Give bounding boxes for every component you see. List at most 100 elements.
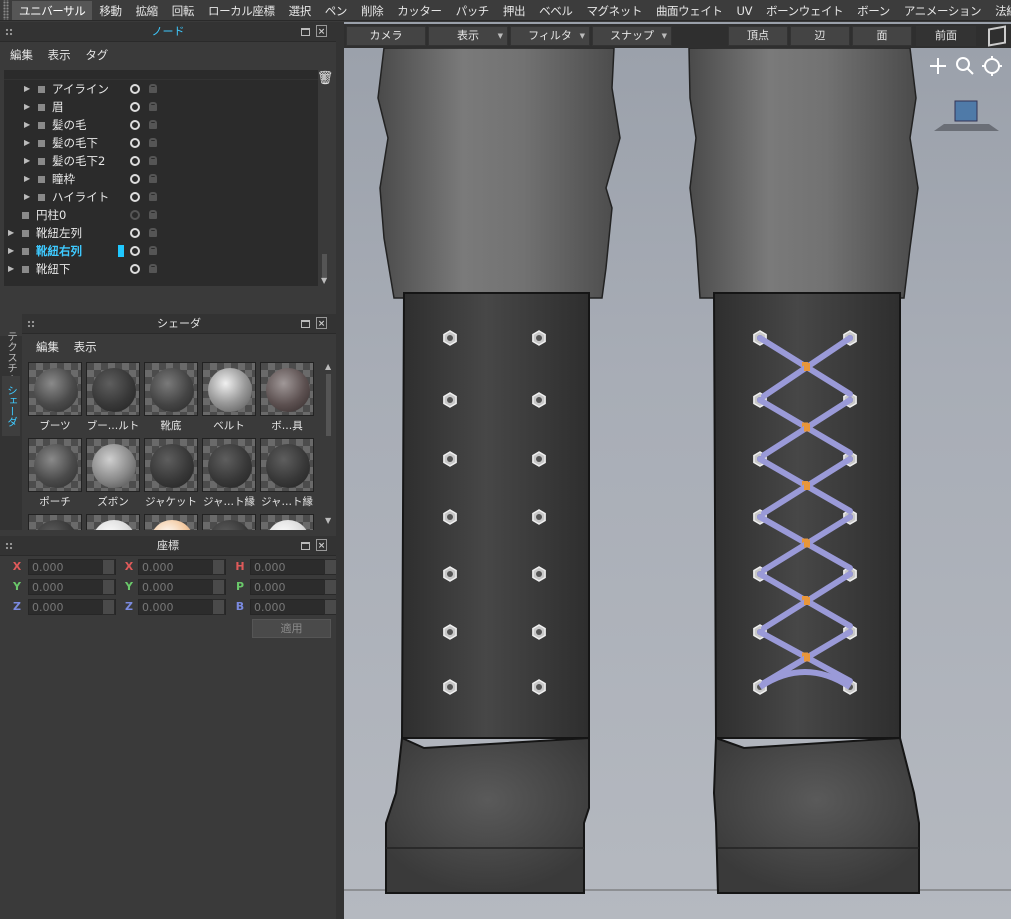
tree-row[interactable]: ▶ 髪の毛下2 — [4, 152, 318, 170]
spinner[interactable] — [102, 559, 115, 575]
material-swatch[interactable]: ブーツ — [28, 362, 82, 436]
menu-edit[interactable]: 編集 — [36, 339, 59, 355]
filter-dropdown[interactable]: フィルタ ▼ — [510, 26, 590, 46]
visibility-eye-icon[interactable] — [130, 120, 140, 130]
tree-row[interactable]: ▶ 靴紐左列 — [4, 224, 318, 242]
menu-item-4[interactable]: ローカル座標 — [201, 1, 282, 20]
tree-row[interactable]: ▶ 眉 — [4, 98, 318, 116]
visibility-eye-icon[interactable] — [130, 264, 140, 274]
expand-arrow-icon[interactable]: ▶ — [24, 188, 30, 206]
shader-scrollbar[interactable]: ▲ ▼ — [323, 362, 335, 528]
visibility-eye-icon[interactable] — [130, 210, 140, 220]
visibility-eye-icon[interactable] — [130, 156, 140, 166]
menu-item-15[interactable]: ボーンウェイト — [759, 1, 850, 20]
expand-arrow-icon[interactable]: ▶ — [8, 224, 14, 242]
material-swatch[interactable] — [260, 514, 314, 530]
expand-arrow-icon[interactable]: ▶ — [24, 116, 30, 134]
tree-row[interactable]: 円柱0 — [4, 206, 318, 224]
tab-shader[interactable]: シェーダ — [2, 376, 20, 436]
lock-icon[interactable] — [149, 192, 157, 201]
menu-item-0[interactable]: ユニバーサル — [12, 1, 93, 20]
material-swatch[interactable]: ボ…具 — [260, 362, 314, 436]
lock-icon[interactable] — [149, 264, 157, 273]
lock-icon[interactable] — [149, 228, 157, 237]
close-icon[interactable]: × — [316, 25, 327, 37]
menu-item-10[interactable]: 押出 — [496, 1, 532, 20]
spinner[interactable] — [102, 579, 115, 595]
close-icon[interactable]: × — [316, 539, 327, 551]
edge-mode-button[interactable]: 辺 — [790, 26, 850, 46]
lock-icon[interactable] — [149, 156, 157, 165]
material-swatch[interactable] — [86, 514, 140, 530]
visibility-eye-icon[interactable] — [130, 84, 140, 94]
expand-arrow-icon[interactable]: ▶ — [24, 98, 30, 116]
lock-icon[interactable] — [149, 138, 157, 147]
menu-item-11[interactable]: ベベル — [532, 1, 579, 20]
menu-item-12[interactable]: マグネット — [579, 1, 649, 20]
tree-row[interactable]: ▶ 瞳枠 — [4, 170, 318, 188]
display-dropdown[interactable]: 表示 ▼ — [428, 26, 508, 46]
vertex-mode-button[interactable]: 頂点 — [728, 26, 788, 46]
lock-icon[interactable] — [149, 102, 157, 111]
menu-item-9[interactable]: パッチ — [449, 1, 496, 20]
spinner[interactable] — [212, 579, 225, 595]
menu-item-8[interactable]: カッター — [390, 1, 448, 20]
spinner[interactable] — [102, 599, 115, 615]
camera-button[interactable]: カメラ — [346, 26, 426, 46]
material-swatch[interactable]: ポーチ — [28, 438, 82, 512]
expand-arrow-icon[interactable]: ▶ — [8, 242, 14, 260]
rotate-icon[interactable] — [982, 56, 1002, 76]
menu-item-3[interactable]: 回転 — [165, 1, 201, 20]
material-swatch[interactable] — [144, 514, 198, 530]
material-swatch[interactable]: ジャ…ト縁 — [202, 438, 256, 512]
tree-row[interactable]: ▶ 靴紐下 — [4, 260, 318, 278]
panel-splitter[interactable] — [336, 22, 344, 919]
visibility-eye-icon[interactable] — [130, 138, 140, 148]
tree-scrollbar[interactable]: ▲ ▼ — [319, 72, 331, 286]
visibility-eye-icon[interactable] — [130, 228, 140, 238]
lock-icon[interactable] — [149, 120, 157, 129]
close-icon[interactable]: × — [316, 317, 327, 329]
menu-display[interactable]: 表示 — [74, 339, 97, 355]
visibility-eye-icon[interactable] — [130, 246, 140, 256]
material-swatch[interactable]: ジャケット — [144, 438, 198, 512]
visibility-eye-icon[interactable] — [130, 192, 140, 202]
snap-dropdown[interactable]: スナップ ▼ — [592, 26, 672, 46]
material-swatch[interactable] — [202, 514, 256, 530]
menu-item-16[interactable]: ボーン — [850, 1, 897, 20]
lock-icon[interactable] — [149, 246, 157, 255]
material-swatch[interactable]: ブー…ルト — [86, 362, 140, 436]
material-swatch[interactable]: 靴底 — [144, 362, 198, 436]
material-swatch[interactable]: ズボン — [86, 438, 140, 512]
menu-display[interactable]: 表示 — [48, 47, 71, 63]
spinner[interactable] — [212, 599, 225, 615]
material-swatch[interactable] — [28, 514, 82, 530]
zoom-icon[interactable] — [956, 57, 974, 75]
expand-arrow-icon[interactable]: ▶ — [24, 152, 30, 170]
apply-button[interactable]: 適用 — [252, 619, 331, 638]
tree-row[interactable]: ▶ ハイライト — [4, 188, 318, 206]
menu-item-13[interactable]: 曲面ウェイト — [649, 1, 730, 20]
expand-arrow-icon[interactable]: ▶ — [8, 260, 14, 278]
menu-item-6[interactable]: ペン — [318, 1, 354, 20]
menu-item-17[interactable]: アニメーション — [897, 1, 988, 20]
move-icon[interactable] — [930, 58, 946, 74]
menu-item-18[interactable]: 法線 — [988, 1, 1011, 20]
lock-icon[interactable] — [149, 84, 157, 93]
orientation-gizmo[interactable] — [934, 100, 999, 131]
material-swatch[interactable]: ジャ…ト縁 — [260, 438, 314, 512]
expand-arrow-icon[interactable]: ▶ — [24, 170, 30, 188]
expand-arrow-icon[interactable]: ▶ — [24, 80, 30, 98]
menu-item-2[interactable]: 拡縮 — [129, 1, 165, 20]
tree-row[interactable]: ▶ 髪の毛下 — [4, 134, 318, 152]
view-cube-icon[interactable] — [988, 25, 1006, 47]
visibility-eye-icon[interactable] — [130, 174, 140, 184]
menu-item-14[interactable]: UV — [730, 1, 759, 20]
face-mode-button[interactable]: 面 — [852, 26, 912, 46]
lock-icon[interactable] — [149, 210, 157, 219]
view-front-button[interactable]: 前面 — [916, 26, 976, 46]
visibility-eye-icon[interactable] — [130, 102, 140, 112]
tree-row[interactable]: ▶ 靴紐右列 — [4, 242, 318, 260]
spinner[interactable] — [212, 559, 225, 575]
minimize-icon[interactable] — [301, 542, 310, 550]
